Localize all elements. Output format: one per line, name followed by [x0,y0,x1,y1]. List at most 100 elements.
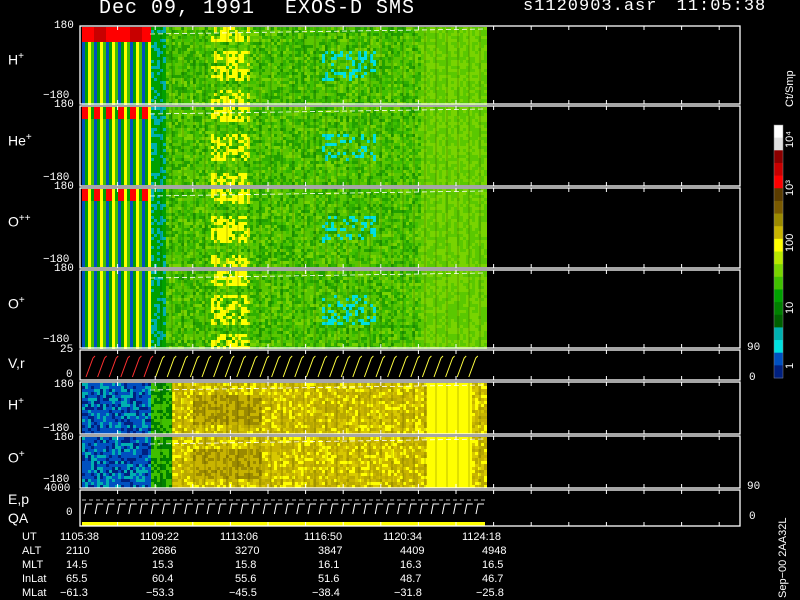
spin-stripe [193,437,195,487]
rtick-bottom-vr: 0 [749,372,756,384]
spin-stripe [369,107,371,185]
spin-stripe [281,27,283,103]
spin-stripe [336,27,338,103]
spin-stripe [270,437,272,487]
spin-stripe [226,107,228,185]
spin-stripe [281,189,283,267]
ytick-top-7: 180 [54,432,74,444]
spin-stripe [303,107,305,185]
alt-5: 4409 [400,545,425,557]
ut-6: 1124:18 [462,531,501,543]
spin-stripe [314,189,316,267]
spin-stripe [303,27,305,103]
spin-stripe [182,271,184,347]
inlat-3: 55.6 [235,573,257,585]
spin-stripe [292,383,294,433]
spin-stripe [369,383,371,433]
spin-stripe [215,189,217,267]
spin-stripe [204,437,206,487]
colorbar-title: Ct/Smp [784,70,796,107]
spin-stripe [215,271,217,347]
spin-stripe [380,383,382,433]
spin-stripe [457,383,459,433]
spin-stripe [468,107,470,185]
ytick-top-2: 180 [54,99,74,111]
panel-label-o-plus: O+ [8,295,25,312]
spectrogram-cells [82,107,487,185]
spin-stripe [347,107,349,185]
spin-stripe [248,107,250,185]
spin-stripe [358,383,360,433]
spin-stripe [369,189,371,267]
spin-stripe [402,271,404,347]
spin-stripe [391,27,393,103]
spin-stripe [369,437,371,487]
spin-stripe [325,107,327,185]
spin-stripe [457,107,459,185]
spin-stripe [259,107,261,185]
spin-stripe [336,437,338,487]
spin-stripe [347,383,349,433]
spin-stripe [182,27,184,103]
spin-stripe [226,27,228,103]
spin-stripe [182,383,184,433]
colorbar-swatch [774,340,783,354]
spin-stripe [215,107,217,185]
spin-stripe [204,383,206,433]
spectrogram-cells [82,437,487,488]
spin-stripe [171,271,173,347]
inlat-4: 51.6 [318,573,340,585]
spectrogram-plot [79,25,784,527]
spin-stripe [446,383,448,433]
spin-stripe [358,271,360,347]
colorbar-swatch [774,251,783,265]
spin-stripe [424,271,426,347]
spin-stripe [468,27,470,103]
spin-stripe [468,271,470,347]
spin-stripe [270,189,272,267]
spin-stripe [435,27,437,103]
colorbar-swatch [774,137,783,151]
alt-1: 2110 [66,545,90,557]
spin-stripe [248,271,250,347]
spin-stripe [204,271,206,347]
spin-stripe [479,27,481,103]
mlt-2: 15.3 [152,559,174,571]
ytick-top-8: 4000 [44,483,71,495]
panel-label-o-plusplus: O++ [8,213,31,230]
colorbar-tick-100: 100 [784,233,796,252]
ut-1: 1105:38 [60,531,99,543]
spin-stripe [413,383,415,433]
spin-stripe [303,383,305,433]
spin-stripe [193,271,195,347]
spin-stripe [336,189,338,267]
spin-stripe [380,27,382,103]
spin-stripe [281,437,283,487]
footer-label-inlat: InLat [22,573,47,585]
spin-stripe [237,383,239,433]
rtick-top-ep: 90 [747,481,761,493]
spin-stripe [303,189,305,267]
spin-stripe [358,107,360,185]
spin-stripe [226,271,228,347]
spin-stripe [369,27,371,103]
colorbar-tick-1: 1 [784,362,796,369]
spin-stripe [435,271,437,347]
ut-4: 1116:50 [304,531,343,543]
colorbar-swatch [774,289,783,303]
spin-stripe [193,383,195,433]
spin-stripe [171,189,173,267]
spin-stripe [347,189,349,267]
spin-stripe [314,271,316,347]
colorbar-swatch [774,150,783,164]
spin-stripe [424,27,426,103]
spin-stripe [446,189,448,267]
inlat-5: 48.7 [400,573,422,585]
ytick-top-1: 180 [54,20,74,32]
spin-stripe [160,383,162,433]
spin-stripe [424,437,426,487]
spin-stripe [248,437,250,487]
spin-stripe [259,383,261,433]
panel-label-h-plus: H+ [8,51,24,68]
spin-stripe [237,271,239,347]
